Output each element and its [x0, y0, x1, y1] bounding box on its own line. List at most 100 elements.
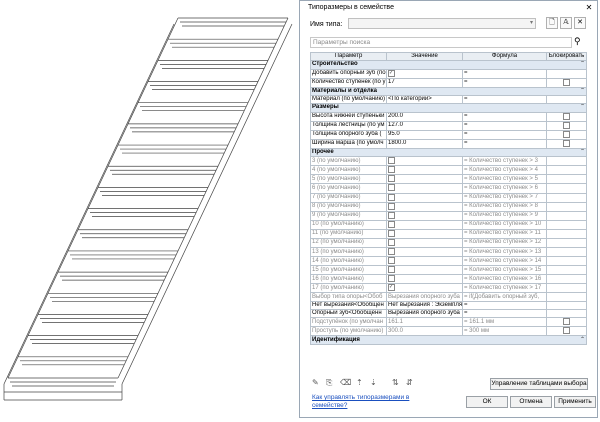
ok-button[interactable]: ОК	[466, 396, 508, 408]
param-value[interactable]: Вырезания опорного зуба :	[386, 308, 463, 319]
lock-cell[interactable]	[546, 156, 587, 167]
search-input[interactable]: Параметры поиска	[310, 37, 572, 48]
lock-checkbox[interactable]	[563, 140, 570, 147]
param-value[interactable]: 95.0	[386, 129, 463, 140]
value-checkbox[interactable]	[388, 203, 395, 210]
value-checkbox[interactable]	[388, 284, 395, 292]
chevron-up-icon[interactable]: ⌃	[580, 88, 585, 94]
param-value[interactable]	[386, 192, 463, 203]
group-header[interactable]: Размеры ⌃	[310, 103, 587, 113]
param-formula[interactable]: = Количество ступенек > 6	[462, 183, 547, 194]
param-formula[interactable]: =	[462, 300, 547, 311]
lock-cell[interactable]	[546, 95, 587, 105]
manage-lookup-tables-button[interactable]: Управление таблицами выбора	[490, 378, 588, 390]
group-row[interactable]: Размеры ⌃	[310, 103, 587, 113]
value-checkbox[interactable]	[388, 266, 395, 274]
group-row[interactable]: Прочее ⌃	[310, 147, 587, 158]
value-checkbox[interactable]	[388, 175, 395, 183]
param-formula[interactable]: =	[462, 111, 547, 122]
group-header[interactable]: Идентификация ⌃	[310, 335, 587, 345]
lock-cell[interactable]	[546, 300, 587, 311]
param-value[interactable]: 17	[386, 77, 463, 88]
lock-cell[interactable]	[546, 283, 587, 294]
lock-cell[interactable]	[546, 219, 587, 230]
group-header[interactable]: Строительство ⌃	[310, 60, 587, 70]
sort-descending-icon[interactable]: ⇵	[406, 378, 416, 388]
value-checkbox[interactable]	[388, 248, 395, 256]
value-checkbox[interactable]	[388, 70, 395, 77]
lock-cell[interactable]	[546, 165, 587, 176]
param-value[interactable]	[386, 210, 463, 221]
table-row[interactable]: Подступёнок (по умолчан 161.1 = 161.1 мм	[310, 317, 587, 328]
group-row[interactable]: Строительство ⌃	[310, 60, 587, 70]
group-row[interactable]: Материалы и отделка ⌃	[310, 86, 587, 97]
param-value[interactable]: 200.0	[386, 111, 463, 122]
table-row[interactable]: Нет вырезания<Обобщен Нет вырезания : Экз…	[310, 300, 587, 311]
move-down-icon[interactable]: ⇣	[370, 378, 380, 388]
lock-checkbox[interactable]	[563, 327, 570, 335]
table-row[interactable]: 15 (по умолчанию) = Количество ступенек >…	[310, 265, 587, 276]
param-formula[interactable]: = Количество ступенек > 14	[462, 256, 547, 267]
type-name-dropdown[interactable]: ▾	[348, 18, 536, 29]
param-value[interactable]	[386, 165, 463, 176]
value-checkbox[interactable]	[388, 184, 395, 192]
chevron-up-icon[interactable]: ⌃	[580, 105, 585, 111]
cancel-button[interactable]: Отмена	[510, 396, 552, 408]
value-checkbox[interactable]	[388, 230, 395, 237]
value-checkbox[interactable]	[388, 166, 395, 174]
param-formula[interactable]: =	[462, 95, 547, 105]
param-value[interactable]	[386, 228, 463, 239]
table-row[interactable]: 17 (по умолчанию) = Количество ступенек >…	[310, 283, 587, 294]
edit-parameter-icon[interactable]: ✎	[312, 378, 322, 388]
param-value[interactable]	[386, 237, 463, 249]
lock-cell[interactable]	[546, 183, 587, 194]
lock-cell[interactable]	[546, 228, 587, 239]
param-formula[interactable]: =	[462, 308, 547, 319]
param-formula[interactable]: = Количество ступенек > 10	[462, 219, 547, 230]
param-formula[interactable]: =	[462, 120, 547, 131]
param-value[interactable]	[386, 156, 463, 167]
apply-button[interactable]: Применить	[554, 396, 596, 408]
table-row[interactable]: 9 (по умолчанию) = Количество ступенек > …	[310, 210, 587, 221]
param-formula[interactable]: = Количество ступенек > 3	[462, 156, 547, 167]
lock-cell[interactable]	[546, 192, 587, 203]
param-value[interactable]	[386, 265, 463, 276]
table-row[interactable]: Высота нижней ступеньки 200.0 =	[310, 111, 587, 122]
param-value[interactable]	[386, 174, 463, 185]
delete-type-icon[interactable]: ✕	[574, 17, 586, 29]
param-value[interactable]	[386, 283, 463, 294]
lock-cell[interactable]	[546, 174, 587, 185]
lock-cell[interactable]	[546, 317, 587, 328]
param-value[interactable]	[386, 201, 463, 212]
value-checkbox[interactable]	[388, 157, 395, 165]
lock-cell[interactable]	[546, 265, 587, 276]
param-value[interactable]: Нет вырезания : Экземпляр	[386, 300, 463, 311]
param-formula[interactable]: =	[462, 129, 547, 140]
table-row[interactable]: Толщина опорного зуба (95.0 =	[310, 129, 587, 140]
param-value[interactable]: <По категории>	[386, 95, 463, 105]
param-formula[interactable]: = Количество ступенек > 7	[462, 192, 547, 203]
table-row[interactable]: 3 (по умолчанию) = Количество ступенек > …	[310, 156, 587, 167]
group-header[interactable]: Материалы и отделка ⌃	[310, 86, 587, 97]
lock-cell[interactable]	[546, 308, 587, 319]
move-up-icon[interactable]: ⇡	[356, 378, 366, 388]
table-row[interactable]: Ширина марша (по умолч 1800.0 =	[310, 138, 587, 149]
lock-cell[interactable]	[546, 256, 587, 267]
table-row[interactable]: Выбор типа опоры<Обоб Вырезания опорного …	[310, 292, 587, 302]
table-row[interactable]: 14 (по умолчанию) = Количество ступенек >…	[310, 256, 587, 267]
lock-cell[interactable]	[546, 77, 587, 88]
lock-cell[interactable]	[546, 292, 587, 302]
lock-checkbox[interactable]	[563, 131, 570, 138]
table-row[interactable]: 8 (по умолчанию) = Количество ступенек > …	[310, 201, 587, 212]
table-row[interactable]: 5 (по умолчанию) = Количество ступенек > …	[310, 174, 587, 185]
param-formula[interactable]: =	[462, 68, 547, 79]
param-formula[interactable]: = Количество ступенек > 17	[462, 283, 547, 294]
lock-checkbox[interactable]	[563, 122, 570, 129]
table-row[interactable]: Проступь (по умолчанию) 300.0 = 300 мм	[310, 326, 587, 337]
param-formula[interactable]: = Количество ступенек > 16	[462, 274, 547, 285]
table-row[interactable]: 13 (по умолчанию) = Количество ступенек >…	[310, 247, 587, 258]
lock-cell[interactable]	[546, 111, 587, 122]
param-value[interactable]	[386, 68, 463, 79]
lock-cell[interactable]	[546, 138, 587, 149]
param-value[interactable]	[386, 274, 463, 285]
